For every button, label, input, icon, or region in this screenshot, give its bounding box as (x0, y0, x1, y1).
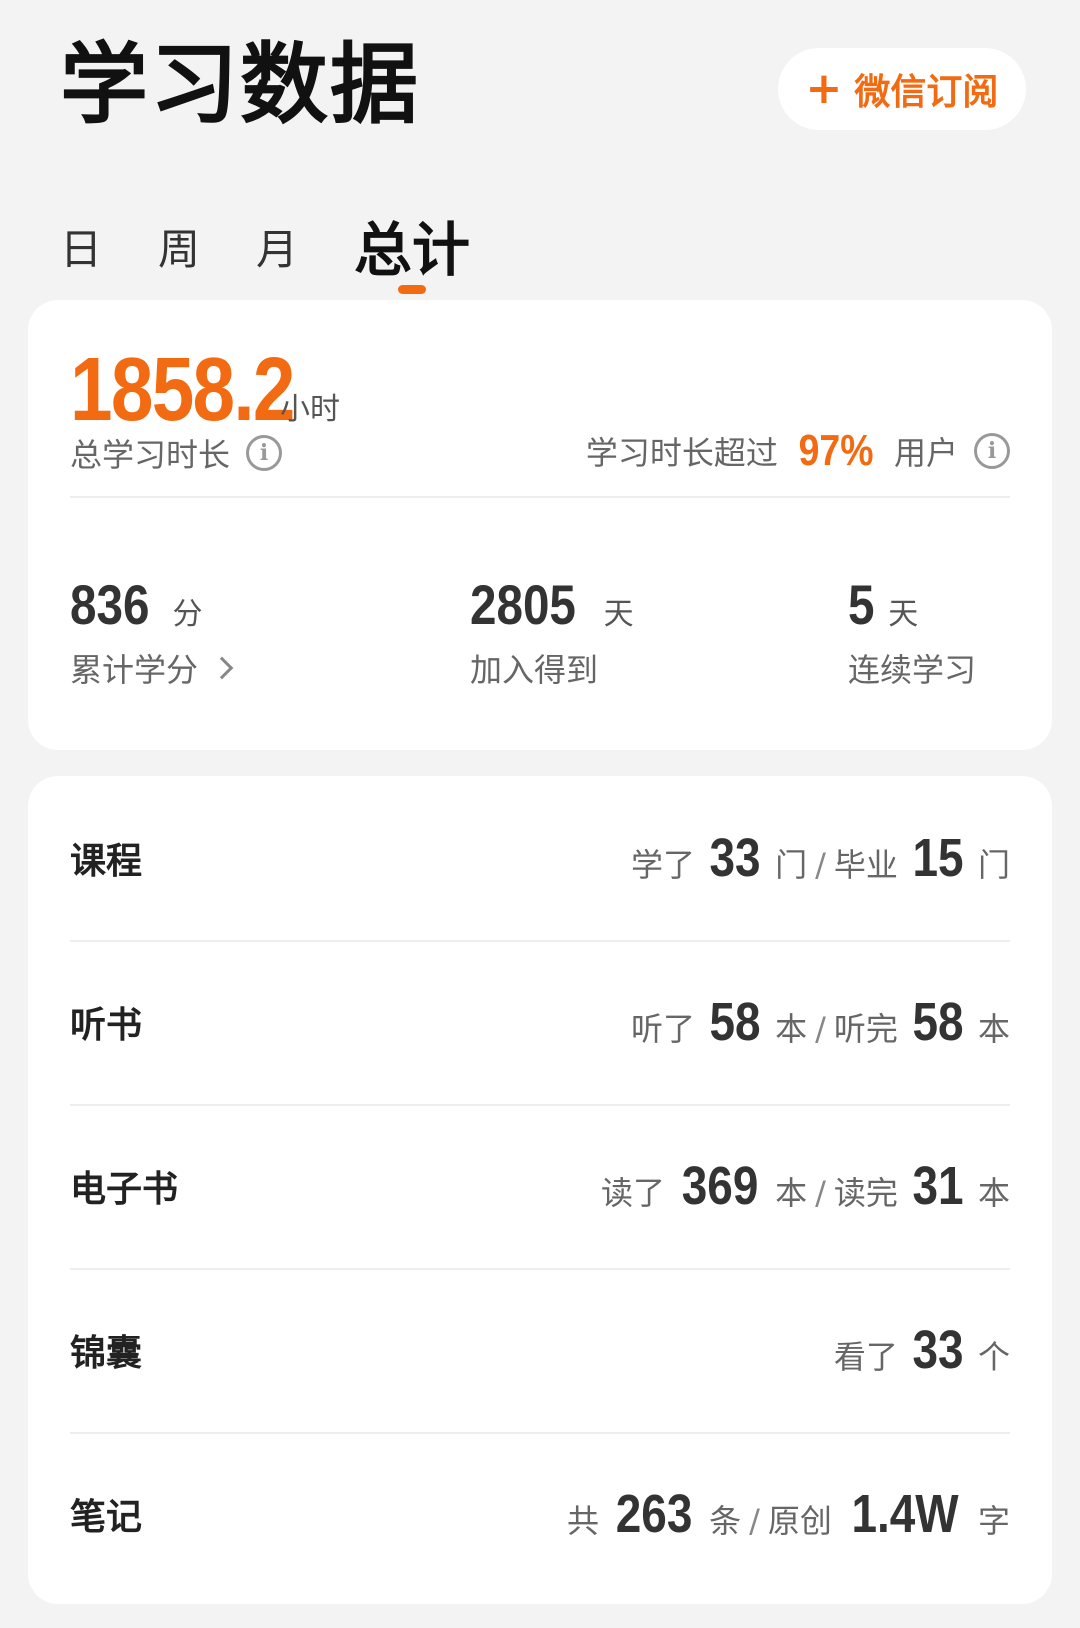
row-value: 15 (912, 828, 964, 888)
info-icon[interactable]: i (246, 435, 283, 471)
streak-days-value: 5 (848, 573, 875, 636)
row-prefix: 读完 (833, 1174, 898, 1212)
wechat-subscribe-button[interactable]: + 微信订阅 (778, 48, 1026, 130)
row-prefix: 共 (567, 1502, 600, 1540)
row-stats: 听了 58 本 / 听完 58 本 (631, 991, 1010, 1053)
row-prefix: 听完 (833, 1010, 898, 1048)
row-stats: 看了 33 个 (834, 1319, 1010, 1381)
row-value: 1.4W (851, 1484, 959, 1544)
period-tabs: 日 周 月 总计 (60, 190, 526, 280)
hours-unit: 小时 (280, 392, 340, 427)
row-separator: / (815, 1174, 826, 1212)
credits-unit: 分 (172, 597, 203, 632)
joined-days-value: 2805 (470, 573, 576, 636)
row-unit: 门 (977, 846, 1010, 884)
row-notes[interactable]: 笔记 共 263 条 / 原创 1.4W 字 (70, 1432, 1010, 1596)
row-separator: / (815, 1010, 826, 1048)
subscribe-label: 微信订阅 (854, 72, 999, 113)
streak-days-unit: 天 (888, 597, 919, 632)
row-prefix: 看了 (833, 1338, 898, 1376)
row-separator: / (749, 1502, 760, 1540)
credits-label: 累计学分 (70, 651, 199, 689)
tab-month[interactable]: 月 (256, 220, 298, 280)
percentile-row: 学习时长超过 97% 用户 i (586, 426, 1010, 476)
row-unit: 字 (977, 1502, 1010, 1540)
streak-days-label: 连续学习 (848, 651, 977, 689)
row-unit: 本 (977, 1010, 1010, 1048)
row-unit: 门 (775, 846, 808, 884)
row-value: 263 (615, 1484, 693, 1544)
joined-days-label: 加入得到 (470, 651, 599, 689)
credits-value: 836 (70, 573, 150, 636)
joined-days-unit: 天 (603, 597, 634, 632)
percentile-prefix: 学习时长超过 (585, 434, 778, 472)
row-stats: 学了 33 门 / 毕业 15 门 (631, 827, 1010, 889)
row-name: 听书 (70, 1005, 143, 1046)
row-name: 课程 (70, 841, 143, 882)
total-hours-label: 总学习时长 (70, 436, 231, 474)
row-prefix: 原创 (767, 1502, 832, 1540)
row-prefix: 读了 (600, 1174, 665, 1212)
row-audiobooks[interactable]: 听书 听了 58 本 / 听完 58 本 (70, 940, 1010, 1104)
row-prefix: 学了 (631, 846, 696, 884)
stat-streak-days: 5 天 连续学习 (848, 572, 976, 691)
row-unit: 本 (775, 1010, 808, 1048)
row-unit: 本 (775, 1174, 808, 1212)
row-stats: 共 263 条 / 原创 1.4W 字 (567, 1483, 1010, 1545)
row-name: 笔记 (70, 1497, 143, 1538)
row-courses[interactable]: 课程 学了 33 门 / 毕业 15 门 (70, 776, 1010, 940)
category-card: 课程 学了 33 门 / 毕业 15 门 听书 听了 58 本 / 听完 58 … (28, 776, 1052, 1604)
tab-day[interactable]: 日 (60, 220, 102, 280)
row-unit: 个 (977, 1338, 1010, 1376)
divider (70, 496, 1010, 498)
plus-icon: + (805, 63, 843, 114)
row-prefix: 听了 (631, 1010, 696, 1048)
tab-week[interactable]: 周 (158, 220, 200, 280)
row-ebooks[interactable]: 电子书 读了 369 本 / 读完 31 本 (70, 1104, 1010, 1268)
info-icon[interactable]: i (974, 433, 1010, 469)
stat-joined-days: 2805 天 加入得到 (470, 572, 634, 691)
total-hours-value: 1858.2 (70, 340, 295, 440)
learning-data-page: 学习数据 + 微信订阅 日 周 月 总计 1858.2 小时 总学习时长 i 学… (0, 0, 1080, 1628)
row-unit: 条 (709, 1502, 742, 1540)
row-name: 电子书 (70, 1169, 179, 1210)
total-hours-label-row: 总学习时长 i (70, 430, 283, 476)
percentile-suffix: 用户 (893, 434, 958, 472)
percentile-value: 97% (798, 426, 874, 475)
header: 学习数据 + 微信订阅 (0, 0, 1080, 170)
row-value: 369 (681, 1156, 759, 1216)
row-value: 31 (912, 1156, 964, 1216)
row-value: 33 (709, 828, 761, 888)
row-tips[interactable]: 锦囊 看了 33 个 (70, 1268, 1010, 1432)
chevron-right-icon (210, 656, 234, 680)
row-name: 锦囊 (70, 1333, 143, 1374)
row-prefix: 毕业 (833, 846, 898, 884)
summary-card: 1858.2 小时 总学习时长 i 学习时长超过 97% 用户 i 836 分 … (28, 300, 1052, 750)
row-stats: 读了 369 本 / 读完 31 本 (601, 1155, 1010, 1217)
row-value: 58 (912, 992, 964, 1052)
row-separator: / (815, 846, 826, 884)
page-title: 学习数据 (60, 33, 421, 136)
row-value: 58 (709, 992, 761, 1052)
row-value: 33 (912, 1320, 964, 1380)
row-unit: 本 (977, 1174, 1010, 1212)
tab-total[interactable]: 总计 (354, 220, 470, 280)
stat-credits[interactable]: 836 分 累计学分 (70, 572, 234, 691)
